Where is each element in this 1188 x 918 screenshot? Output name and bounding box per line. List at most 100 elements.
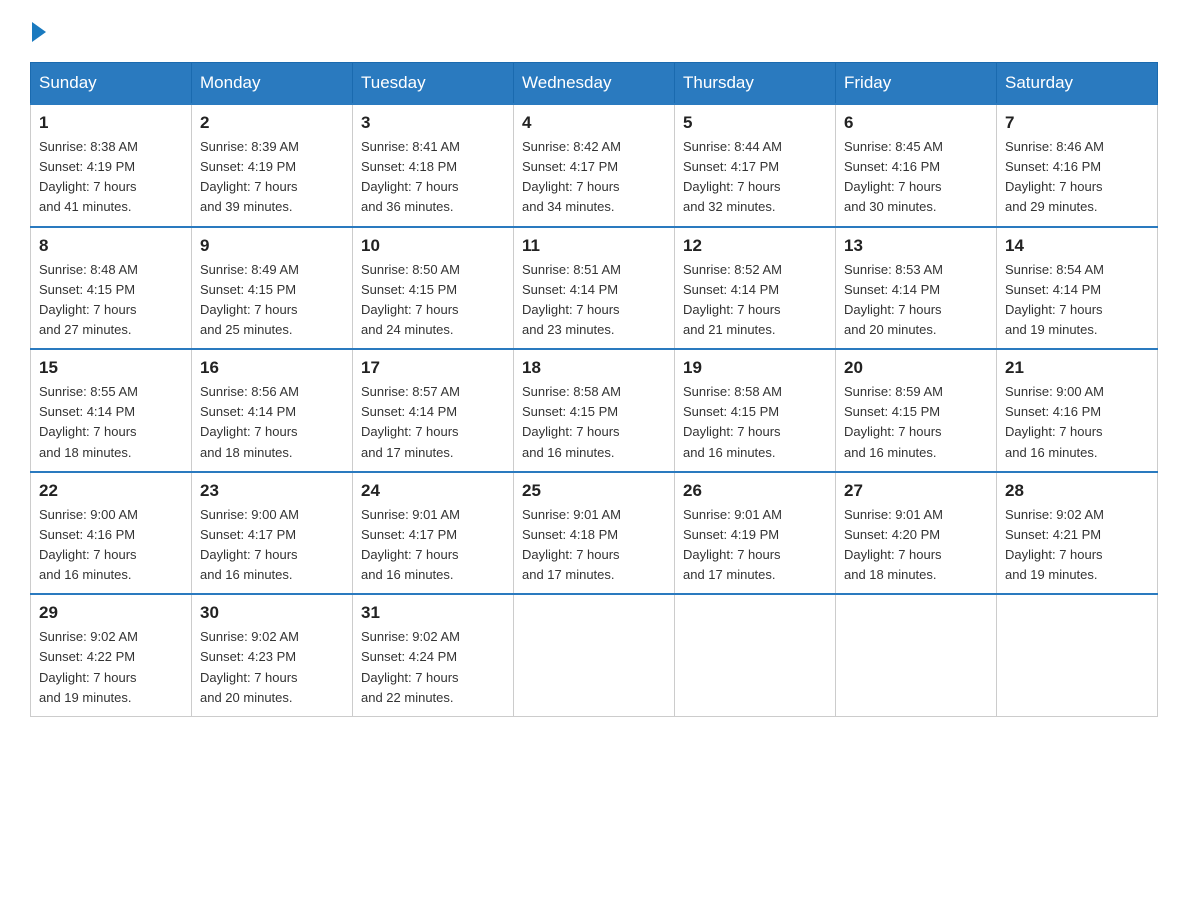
day-number: 8 bbox=[39, 236, 183, 256]
day-number: 20 bbox=[844, 358, 988, 378]
day-number: 30 bbox=[200, 603, 344, 623]
logo-arrow-icon bbox=[32, 22, 46, 42]
day-info: Sunrise: 8:38 AMSunset: 4:19 PMDaylight:… bbox=[39, 137, 183, 218]
day-number: 16 bbox=[200, 358, 344, 378]
day-info: Sunrise: 8:44 AMSunset: 4:17 PMDaylight:… bbox=[683, 137, 827, 218]
day-number: 21 bbox=[1005, 358, 1149, 378]
calendar-week-row: 1 Sunrise: 8:38 AMSunset: 4:19 PMDaylight… bbox=[31, 104, 1158, 227]
calendar-cell: 20 Sunrise: 8:59 AMSunset: 4:15 PMDayligh… bbox=[836, 349, 997, 472]
calendar-week-row: 22 Sunrise: 9:00 AMSunset: 4:16 PMDayligh… bbox=[31, 472, 1158, 595]
day-number: 28 bbox=[1005, 481, 1149, 501]
day-number: 2 bbox=[200, 113, 344, 133]
calendar-cell bbox=[997, 594, 1158, 716]
calendar-cell: 16 Sunrise: 8:56 AMSunset: 4:14 PMDayligh… bbox=[192, 349, 353, 472]
day-info: Sunrise: 8:58 AMSunset: 4:15 PMDaylight:… bbox=[522, 382, 666, 463]
calendar-cell: 6 Sunrise: 8:45 AMSunset: 4:16 PMDaylight… bbox=[836, 104, 997, 227]
calendar-cell: 25 Sunrise: 9:01 AMSunset: 4:18 PMDayligh… bbox=[514, 472, 675, 595]
calendar-cell: 9Sunrise: 8:49 AMSunset: 4:15 PMDaylight… bbox=[192, 227, 353, 350]
day-info: Sunrise: 8:56 AMSunset: 4:14 PMDaylight:… bbox=[200, 382, 344, 463]
day-info: Sunrise: 8:59 AMSunset: 4:15 PMDaylight:… bbox=[844, 382, 988, 463]
calendar-table: SundayMondayTuesdayWednesdayThursdayFrid… bbox=[30, 62, 1158, 717]
weekday-header-thursday: Thursday bbox=[675, 63, 836, 105]
calendar-week-row: 15 Sunrise: 8:55 AMSunset: 4:14 PMDayligh… bbox=[31, 349, 1158, 472]
day-info: Sunrise: 8:57 AMSunset: 4:14 PMDaylight:… bbox=[361, 382, 505, 463]
day-info: Sunrise: 8:55 AMSunset: 4:14 PMDaylight:… bbox=[39, 382, 183, 463]
calendar-cell: 23 Sunrise: 9:00 AMSunset: 4:17 PMDayligh… bbox=[192, 472, 353, 595]
weekday-header-wednesday: Wednesday bbox=[514, 63, 675, 105]
day-number: 23 bbox=[200, 481, 344, 501]
day-number: 17 bbox=[361, 358, 505, 378]
weekday-header-sunday: Sunday bbox=[31, 63, 192, 105]
day-info: Sunrise: 9:01 AMSunset: 4:19 PMDaylight:… bbox=[683, 505, 827, 586]
calendar-cell: 21 Sunrise: 9:00 AMSunset: 4:16 PMDayligh… bbox=[997, 349, 1158, 472]
day-info: Sunrise: 9:01 AMSunset: 4:18 PMDaylight:… bbox=[522, 505, 666, 586]
calendar-week-row: 29 Sunrise: 9:02 AMSunset: 4:22 PMDayligh… bbox=[31, 594, 1158, 716]
day-info: Sunrise: 8:51 AMSunset: 4:14 PMDaylight:… bbox=[522, 260, 666, 341]
calendar-cell: 29 Sunrise: 9:02 AMSunset: 4:22 PMDayligh… bbox=[31, 594, 192, 716]
day-number: 25 bbox=[522, 481, 666, 501]
calendar-cell: 11 Sunrise: 8:51 AMSunset: 4:14 PMDayligh… bbox=[514, 227, 675, 350]
day-info: Sunrise: 9:00 AMSunset: 4:17 PMDaylight:… bbox=[200, 505, 344, 586]
day-number: 31 bbox=[361, 603, 505, 623]
logo-blue-part bbox=[30, 20, 46, 42]
day-info: Sunrise: 8:41 AMSunset: 4:18 PMDaylight:… bbox=[361, 137, 505, 218]
day-info: Sunrise: 9:00 AMSunset: 4:16 PMDaylight:… bbox=[1005, 382, 1149, 463]
calendar-cell: 12Sunrise: 8:52 AMSunset: 4:14 PMDayligh… bbox=[675, 227, 836, 350]
calendar-cell: 3 Sunrise: 8:41 AMSunset: 4:18 PMDaylight… bbox=[353, 104, 514, 227]
calendar-cell: 10Sunrise: 8:50 AMSunset: 4:15 PMDayligh… bbox=[353, 227, 514, 350]
calendar-cell: 30 Sunrise: 9:02 AMSunset: 4:23 PMDayligh… bbox=[192, 594, 353, 716]
weekday-header-tuesday: Tuesday bbox=[353, 63, 514, 105]
calendar-cell: 24Sunrise: 9:01 AMSunset: 4:17 PMDayligh… bbox=[353, 472, 514, 595]
weekday-header-row: SundayMondayTuesdayWednesdayThursdayFrid… bbox=[31, 63, 1158, 105]
day-info: Sunrise: 8:42 AMSunset: 4:17 PMDaylight:… bbox=[522, 137, 666, 218]
page-header bbox=[30, 20, 1158, 42]
day-number: 6 bbox=[844, 113, 988, 133]
day-number: 26 bbox=[683, 481, 827, 501]
weekday-header-friday: Friday bbox=[836, 63, 997, 105]
day-info: Sunrise: 8:45 AMSunset: 4:16 PMDaylight:… bbox=[844, 137, 988, 218]
day-number: 15 bbox=[39, 358, 183, 378]
weekday-header-saturday: Saturday bbox=[997, 63, 1158, 105]
day-info: Sunrise: 8:53 AMSunset: 4:14 PMDaylight:… bbox=[844, 260, 988, 341]
calendar-week-row: 8 Sunrise: 8:48 AMSunset: 4:15 PMDaylight… bbox=[31, 227, 1158, 350]
calendar-cell: 5 Sunrise: 8:44 AMSunset: 4:17 PMDaylight… bbox=[675, 104, 836, 227]
calendar-cell: 31 Sunrise: 9:02 AMSunset: 4:24 PMDayligh… bbox=[353, 594, 514, 716]
day-info: Sunrise: 8:52 AMSunset: 4:14 PMDaylight:… bbox=[683, 260, 827, 341]
day-info: Sunrise: 9:00 AMSunset: 4:16 PMDaylight:… bbox=[39, 505, 183, 586]
day-number: 5 bbox=[683, 113, 827, 133]
calendar-cell bbox=[675, 594, 836, 716]
calendar-cell: 4 Sunrise: 8:42 AMSunset: 4:17 PMDaylight… bbox=[514, 104, 675, 227]
day-info: Sunrise: 8:49 AMSunset: 4:15 PMDaylight:… bbox=[200, 260, 344, 341]
day-info: Sunrise: 8:39 AMSunset: 4:19 PMDaylight:… bbox=[200, 137, 344, 218]
day-number: 29 bbox=[39, 603, 183, 623]
day-number: 4 bbox=[522, 113, 666, 133]
day-number: 3 bbox=[361, 113, 505, 133]
day-number: 27 bbox=[844, 481, 988, 501]
day-number: 19 bbox=[683, 358, 827, 378]
day-number: 22 bbox=[39, 481, 183, 501]
day-info: Sunrise: 9:02 AMSunset: 4:24 PMDaylight:… bbox=[361, 627, 505, 708]
calendar-cell: 28 Sunrise: 9:02 AMSunset: 4:21 PMDayligh… bbox=[997, 472, 1158, 595]
day-number: 11 bbox=[522, 236, 666, 256]
day-info: Sunrise: 9:01 AMSunset: 4:17 PMDaylight:… bbox=[361, 505, 505, 586]
day-info: Sunrise: 8:58 AMSunset: 4:15 PMDaylight:… bbox=[683, 382, 827, 463]
calendar-cell: 7Sunrise: 8:46 AMSunset: 4:16 PMDaylight… bbox=[997, 104, 1158, 227]
calendar-cell: 2 Sunrise: 8:39 AMSunset: 4:19 PMDaylight… bbox=[192, 104, 353, 227]
day-number: 7 bbox=[1005, 113, 1149, 133]
day-number: 14 bbox=[1005, 236, 1149, 256]
day-info: Sunrise: 9:02 AMSunset: 4:23 PMDaylight:… bbox=[200, 627, 344, 708]
calendar-cell: 14Sunrise: 8:54 AMSunset: 4:14 PMDayligh… bbox=[997, 227, 1158, 350]
day-info: Sunrise: 8:48 AMSunset: 4:15 PMDaylight:… bbox=[39, 260, 183, 341]
calendar-cell: 8 Sunrise: 8:48 AMSunset: 4:15 PMDaylight… bbox=[31, 227, 192, 350]
day-info: Sunrise: 9:02 AMSunset: 4:22 PMDaylight:… bbox=[39, 627, 183, 708]
day-number: 13 bbox=[844, 236, 988, 256]
calendar-cell: 17 Sunrise: 8:57 AMSunset: 4:14 PMDayligh… bbox=[353, 349, 514, 472]
day-info: Sunrise: 9:02 AMSunset: 4:21 PMDaylight:… bbox=[1005, 505, 1149, 586]
calendar-cell: 22 Sunrise: 9:00 AMSunset: 4:16 PMDayligh… bbox=[31, 472, 192, 595]
calendar-cell: 27Sunrise: 9:01 AMSunset: 4:20 PMDayligh… bbox=[836, 472, 997, 595]
calendar-cell: 15 Sunrise: 8:55 AMSunset: 4:14 PMDayligh… bbox=[31, 349, 192, 472]
calendar-cell: 13 Sunrise: 8:53 AMSunset: 4:14 PMDayligh… bbox=[836, 227, 997, 350]
day-number: 1 bbox=[39, 113, 183, 133]
calendar-cell: 19 Sunrise: 8:58 AMSunset: 4:15 PMDayligh… bbox=[675, 349, 836, 472]
calendar-cell bbox=[836, 594, 997, 716]
